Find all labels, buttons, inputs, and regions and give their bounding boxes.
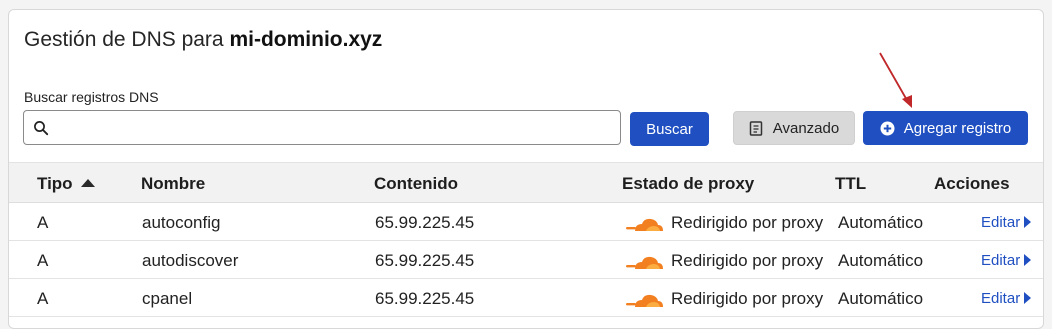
record-content: 65.99.225.45 [375,251,475,270]
book-icon [749,120,763,136]
proxied-cloud-icon [626,218,663,231]
domain-name: mi-dominio.xyz [229,28,383,51]
column-header-name[interactable]: Nombre [141,174,205,194]
page-title-prefix: Gestión de DNS para [24,28,224,51]
column-header-actions: Acciones [934,174,1010,193]
search-button[interactable]: Buscar [630,112,709,146]
record-ttl: Automático [838,213,924,232]
proxied-cloud-icon [626,294,663,307]
dns-management-panel: Gestión de DNS para mi-dominio.xyz Busca… [8,9,1044,329]
proxy-status: Redirigido por proxy [671,213,824,232]
proxy-status: Redirigido por proxy [671,289,824,308]
column-header-content[interactable]: Contenido [374,174,458,194]
plus-circle-icon [880,121,895,136]
proxied-cloud-icon [626,256,663,269]
column-header-ttl[interactable]: TTL [835,174,866,194]
record-content: 65.99.225.45 [375,289,475,308]
chevron-right-icon [1024,254,1032,266]
record-name: autoconfig [142,213,221,232]
chevron-right-icon [1024,216,1032,228]
table-header: Tipo Nombre Contenido Estado de proxy TT… [9,162,1043,203]
annotation-arrow-icon [879,52,912,108]
sort-ascending-icon [80,179,95,187]
record-type: A [37,251,49,270]
add-record-button[interactable]: Agregar registro [863,111,1028,145]
record-type: A [37,213,49,232]
record-name: cpanel [142,289,193,308]
advanced-button-label: Avanzado [772,119,840,137]
search-input[interactable] [54,111,618,146]
column-header-proxy-status[interactable]: Estado de proxy [622,174,754,194]
search-icon [34,121,49,136]
chevron-right-icon [1024,292,1032,304]
record-name: autodiscover [142,251,239,270]
record-ttl: Automático [838,289,924,308]
proxy-status: Redirigido por proxy [671,251,824,270]
advanced-button[interactable]: Avanzado [733,111,855,145]
table-row: A autodiscover 65.99.225.45 Redirigido p… [9,241,1043,279]
record-content: 65.99.225.45 [375,213,475,232]
edit-link[interactable]: Editar [981,252,1032,269]
table-row: A autoconfig 65.99.225.45 Redirigido por… [9,203,1043,241]
record-ttl: Automático [838,251,924,270]
search-label: Buscar registros DNS [24,89,159,105]
edit-link[interactable]: Editar [981,290,1032,307]
column-header-type[interactable]: Tipo [37,174,95,194]
search-field[interactable] [23,110,621,146]
record-type: A [37,289,49,308]
add-record-button-label: Agregar registro [903,119,1012,137]
page-title: Gestión de DNS para mi-dominio.xyz [24,28,382,52]
edit-link[interactable]: Editar [981,214,1032,231]
table-row: A cpanel 65.99.225.45 Redirigido por pro… [9,279,1043,317]
